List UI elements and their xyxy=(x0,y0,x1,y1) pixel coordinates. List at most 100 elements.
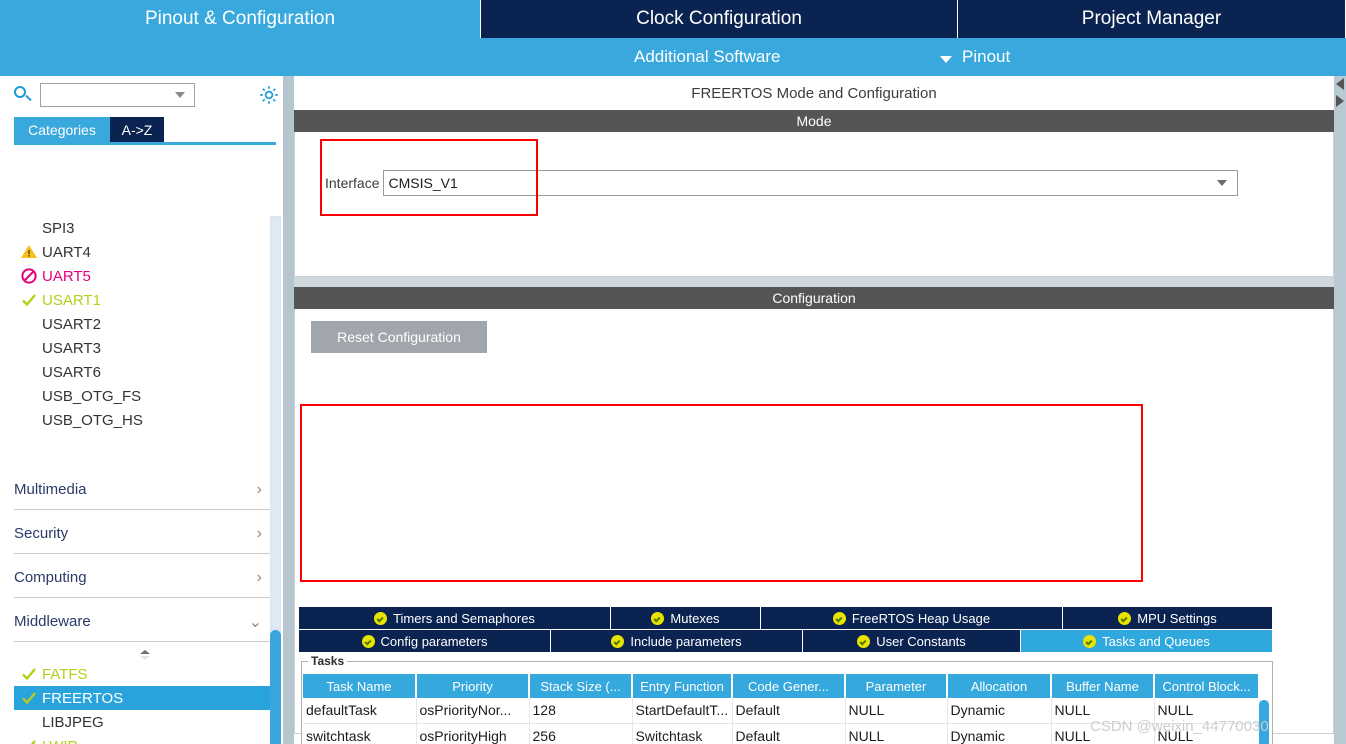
config-tab-user-constants[interactable]: User Constants xyxy=(803,630,1021,652)
table-cell[interactable]: Dynamic xyxy=(947,698,1052,724)
sidebar-item-freertos[interactable]: FREERTOS xyxy=(14,686,276,710)
peripheral-label: FREERTOS xyxy=(42,689,124,707)
status-icon xyxy=(20,411,38,429)
page-scrollbar-track[interactable] xyxy=(1334,76,1346,744)
sidebar-group-middleware[interactable]: Middleware ⌄ xyxy=(14,602,272,642)
tab-clock-configuration[interactable]: Clock Configuration xyxy=(481,0,958,38)
sidebar-item-fatfs[interactable]: FATFS xyxy=(14,662,276,686)
table-cell[interactable]: StartDefaultT... xyxy=(632,698,733,724)
scroll-right-arrow-icon[interactable] xyxy=(1334,95,1346,108)
reset-configuration-button[interactable]: Reset Configuration xyxy=(311,321,487,353)
config-tabs-row-2: Config parameters Include parameters User … xyxy=(299,630,1273,652)
peripheral-list[interactable]: SPI3 UART4 UART5 USART1 USART2 USART3 USART6 US… xyxy=(14,216,276,744)
sub-tab-additional-software-label: Additional Software xyxy=(634,47,781,66)
config-tab-mpu-settings[interactable]: MPU Settings xyxy=(1063,607,1273,629)
sidebar-item-usart6[interactable]: USART6 xyxy=(14,360,276,384)
tab-project-manager-label: Project Manager xyxy=(1081,8,1222,29)
sidebar-item-usb_otg_hs[interactable]: USB_OTG_HS xyxy=(14,408,276,432)
tasks-column-header[interactable]: Entry Function xyxy=(632,674,733,698)
table-cell[interactable]: 128 xyxy=(529,698,633,724)
table-cell[interactable]: Switchtask xyxy=(632,723,733,744)
check-circle-icon xyxy=(1083,634,1097,648)
sidebar-item-spi3[interactable]: SPI3 xyxy=(14,216,276,240)
sidebar-group-computing[interactable]: Computing › xyxy=(14,558,272,598)
sidebar-item-libjpeg[interactable]: LIBJPEG xyxy=(14,710,276,734)
sidebar-item-usart1[interactable]: USART1 xyxy=(14,288,276,312)
sidebar-item-uart5[interactable]: UART5 xyxy=(14,264,276,288)
sidebar-item-usart3[interactable]: USART3 xyxy=(14,336,276,360)
tab-categories[interactable]: Categories xyxy=(14,117,110,142)
table-cell[interactable]: Default xyxy=(732,723,846,744)
sidebar-view-tabs: Categories A->Z xyxy=(0,117,290,145)
mode-section-header: Mode xyxy=(294,110,1334,132)
config-tab-timers-and-semaphores[interactable]: Timers and Semaphores xyxy=(299,607,611,629)
interface-select[interactable]: CMSIS_V1 xyxy=(383,170,1239,196)
tasks-column-header[interactable]: Stack Size (... xyxy=(529,674,633,698)
watermark: CSDN @weixin_44770030 xyxy=(1090,718,1269,735)
sidebar-item-lwip[interactable]: LWIP xyxy=(14,734,276,744)
search-icon[interactable] xyxy=(14,86,32,104)
status-icon xyxy=(20,339,38,357)
table-cell[interactable]: switchtask xyxy=(303,723,417,744)
status-icon xyxy=(20,387,38,405)
chevron-down-icon[interactable] xyxy=(175,92,185,98)
search-combo[interactable] xyxy=(40,83,195,107)
status-icon xyxy=(20,243,38,261)
status-icon xyxy=(20,363,38,381)
sidebar-scrollbar-thumb-upper[interactable] xyxy=(271,218,280,628)
check-icon xyxy=(22,294,36,307)
tasks-column-header[interactable]: Task Name xyxy=(303,674,417,698)
sub-tab-pinout[interactable]: Pinout xyxy=(940,47,1010,67)
mode-section-header-label: Mode xyxy=(796,113,832,129)
tasks-column-header[interactable]: Code Gener... xyxy=(732,674,846,698)
table-cell[interactable]: NULL xyxy=(845,723,948,744)
tab-categories-label: Categories xyxy=(28,121,96,138)
section-spacer xyxy=(294,277,1334,287)
tasks-column-header[interactable]: Parameter xyxy=(845,674,948,698)
status-icon xyxy=(20,713,38,731)
status-icon xyxy=(20,219,38,237)
reset-configuration-button-label: Reset Configuration xyxy=(337,329,461,345)
chevron-down-icon[interactable] xyxy=(1217,180,1228,186)
status-icon xyxy=(20,665,38,683)
tab-pinout-configuration[interactable]: Pinout & Configuration xyxy=(0,0,481,38)
sidebar-item-usb_otg_fs[interactable]: USB_OTG_FS xyxy=(14,384,276,408)
search-input[interactable] xyxy=(41,84,171,106)
config-tabs-row-1: Timers and Semaphores Mutexes FreeRTOS Hea… xyxy=(299,607,1273,629)
tab-a-to-z-label: A->Z xyxy=(121,121,153,138)
sidebar-item-usart2[interactable]: USART2 xyxy=(14,312,276,336)
config-tab-mutexes[interactable]: Mutexes xyxy=(611,607,761,629)
tab-a-to-z[interactable]: A->Z xyxy=(110,117,164,142)
sidebar-scrollbar-thumb[interactable] xyxy=(270,630,281,744)
sidebar-group-multimedia[interactable]: Multimedia › xyxy=(14,470,272,510)
sidebar-group-security[interactable]: Security › xyxy=(14,514,272,554)
table-cell[interactable]: osPriorityHigh xyxy=(416,723,530,744)
interface-row: Interface CMSIS_V1 xyxy=(325,170,1239,196)
table-cell[interactable]: Default xyxy=(732,698,846,724)
config-tab-config-parameters[interactable]: Config parameters xyxy=(299,630,551,652)
config-tab-tasks-and-queues[interactable]: Tasks and Queues xyxy=(1021,630,1273,652)
sidebar-group-label: Multimedia xyxy=(14,481,87,498)
table-cell[interactable]: defaultTask xyxy=(303,698,417,724)
table-cell[interactable]: Dynamic xyxy=(947,723,1052,744)
status-icon xyxy=(20,267,38,285)
tab-project-manager[interactable]: Project Manager xyxy=(958,0,1346,38)
scroll-left-arrow-icon[interactable] xyxy=(1334,78,1346,91)
content-panel: FREERTOS Mode and Configuration Mode Int… xyxy=(294,76,1334,744)
check-circle-icon xyxy=(651,611,665,625)
tasks-column-header[interactable]: Buffer Name xyxy=(1051,674,1155,698)
config-tab-freertos-heap-usage[interactable]: FreeRTOS Heap Usage xyxy=(761,607,1063,629)
sub-tab-bar: Additional Software Pinout xyxy=(0,38,1346,76)
collapse-handle-icon[interactable] xyxy=(137,648,153,660)
sub-tab-additional-software[interactable]: Additional Software xyxy=(634,47,780,67)
table-cell[interactable]: NULL xyxy=(845,698,948,724)
config-tab-include-parameters[interactable]: Include parameters xyxy=(551,630,803,652)
tasks-column-header[interactable]: Control Block... xyxy=(1154,674,1258,698)
sidebar-item-uart4[interactable]: UART4 xyxy=(14,240,276,264)
gear-icon[interactable] xyxy=(258,84,280,106)
table-cell[interactable]: 256 xyxy=(529,723,633,744)
table-cell[interactable]: osPriorityNor... xyxy=(416,698,530,724)
tasks-column-header[interactable]: Priority xyxy=(416,674,530,698)
tasks-column-header[interactable]: Allocation xyxy=(947,674,1052,698)
config-tab-label: Include parameters xyxy=(630,633,742,649)
